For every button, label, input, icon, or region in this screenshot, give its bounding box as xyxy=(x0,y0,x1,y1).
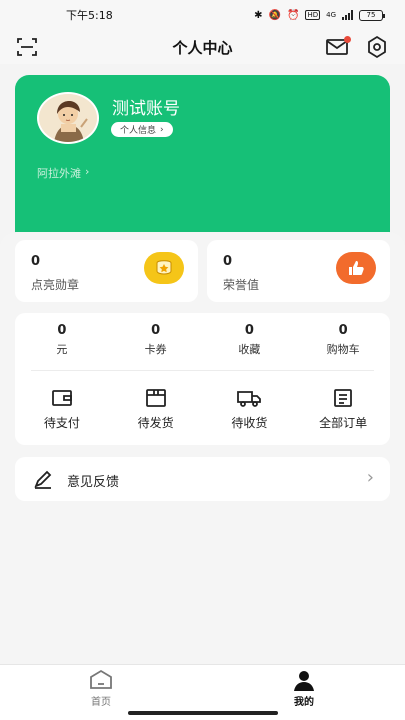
medal-icon xyxy=(144,252,184,284)
honor-count: 0 xyxy=(223,254,233,269)
nav-home-label: 首页 xyxy=(91,697,111,708)
alarm-icon: ⏰ xyxy=(287,9,300,21)
orders-list-icon xyxy=(334,389,353,407)
metric-balance[interactable]: 0 元 xyxy=(15,323,109,357)
metric-value: 0 xyxy=(151,323,161,338)
order-pending-receipt[interactable]: 待收货 xyxy=(203,387,297,431)
metric-cart[interactable]: 0 购物车 xyxy=(296,323,390,357)
package-icon xyxy=(145,389,166,407)
metric-coupons[interactable]: 0 卡券 xyxy=(109,323,203,357)
feedback-row[interactable]: 意见反馈 › xyxy=(15,457,390,501)
status-time: 下午5:18 xyxy=(66,9,113,22)
network-type: 4G xyxy=(326,11,336,19)
metric-label: 收藏 xyxy=(238,343,261,356)
metric-label: 购物车 xyxy=(326,343,360,356)
medal-label: 点亮勋章 xyxy=(31,278,80,292)
profile-card: 测试账号 个人信息 › 阿拉外滩 › xyxy=(15,75,390,245)
signal-icon xyxy=(342,10,353,20)
battery-icon: 75 xyxy=(359,9,385,21)
avatar[interactable] xyxy=(37,92,99,144)
hd-icon: HD xyxy=(305,10,321,20)
mail-icon[interactable] xyxy=(325,36,351,58)
order-all[interactable]: 全部订单 xyxy=(296,387,390,431)
settings-icon[interactable] xyxy=(366,35,388,59)
orders-row: 待支付 待发货 待收货 全部订单 xyxy=(15,387,390,431)
order-label: 待收货 xyxy=(231,416,268,430)
user-icon xyxy=(294,671,314,691)
avatar-illustration xyxy=(39,94,97,142)
notification-dot xyxy=(344,36,351,43)
assets-card: 0 元 0 卡券 0 收藏 0 购物车 待支付 待发货 待收货 全部订单 xyxy=(15,313,390,445)
metric-value: 0 xyxy=(244,323,254,338)
nav-profile-label: 我的 xyxy=(294,697,314,708)
profile-info-button[interactable]: 个人信息 › xyxy=(111,122,173,137)
status-bar: 下午5:18 ✱ 🔕 ⏰ HD 4G 75 xyxy=(0,0,405,30)
edit-icon xyxy=(34,470,52,489)
order-label: 待发货 xyxy=(137,416,174,430)
mute-icon: 🔕 xyxy=(268,9,281,21)
chevron-right-icon: › xyxy=(160,124,164,135)
metrics-row: 0 元 0 卡券 0 收藏 0 购物车 xyxy=(15,323,390,357)
medal-card[interactable]: 0 点亮勋章 xyxy=(15,240,198,302)
honor-card[interactable]: 0 荣誉值 xyxy=(207,240,390,302)
medal-count: 0 xyxy=(31,254,41,269)
nav-profile[interactable]: 我的 xyxy=(264,669,344,708)
metric-label: 元 xyxy=(56,343,68,356)
thumbs-up-icon xyxy=(336,252,376,284)
order-pending-shipment[interactable]: 待发货 xyxy=(109,387,203,431)
chevron-right-icon: › xyxy=(85,165,90,178)
nav-home[interactable]: 首页 xyxy=(61,669,141,708)
truck-icon xyxy=(237,391,262,407)
home-icon xyxy=(90,669,112,689)
location-link[interactable]: 阿拉外滩 › xyxy=(37,165,89,181)
divider xyxy=(31,370,374,371)
status-icons: ✱ 🔕 ⏰ HD 4G 75 xyxy=(254,9,385,21)
feedback-label: 意见反馈 xyxy=(67,475,120,490)
metric-value: 0 xyxy=(57,323,67,338)
order-pending-payment[interactable]: 待支付 xyxy=(15,387,109,431)
order-label: 待支付 xyxy=(43,416,80,430)
username: 测试账号 xyxy=(112,99,180,119)
metric-favorites[interactable]: 0 收藏 xyxy=(203,323,297,357)
home-indicator xyxy=(128,711,278,715)
page-title: 个人中心 xyxy=(172,38,233,57)
honor-label: 荣誉值 xyxy=(223,278,260,292)
order-label: 全部订单 xyxy=(319,416,368,430)
profile-info-label: 个人信息 xyxy=(120,126,157,136)
battery-level: 75 xyxy=(366,11,376,19)
bluetooth-icon: ✱ xyxy=(254,9,263,21)
wallet-icon xyxy=(51,390,72,406)
location-label: 阿拉外滩 xyxy=(37,167,81,180)
scan-icon[interactable] xyxy=(16,36,38,58)
chevron-right-icon: › xyxy=(366,467,374,488)
app-header: 个人中心 xyxy=(0,30,405,64)
content-panel: 0 点亮勋章 0 荣誉值 0 元 0 卡券 0 收藏 0 购物车 待支付 待发货… xyxy=(0,232,405,664)
metric-value: 0 xyxy=(338,323,348,338)
metric-label: 卡券 xyxy=(144,343,167,356)
